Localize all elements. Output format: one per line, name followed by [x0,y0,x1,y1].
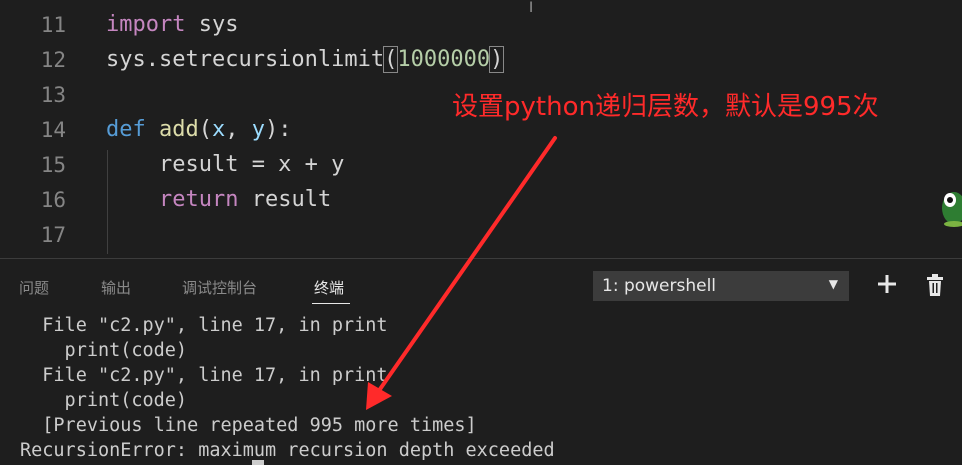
tab-debug-console[interactable]: 调试控制台 [182,277,257,298]
terminal-line: print(code) [20,340,188,361]
code-token: sys [185,12,239,37]
line-number: 16 [40,188,66,212]
code-token: return [158,187,239,212]
tab-terminal[interactable]: 终端 [314,277,344,298]
code-token: def [106,117,146,142]
terminal-line: File "c2.py", line 17, in print [20,365,388,386]
tab-problems[interactable]: 问题 [19,277,49,298]
code-line: 15 result = x + y [0,148,962,182]
code-token: ): [265,117,292,142]
terminal-line: [Previous line repeated 995 more times] [20,415,477,436]
code-text: import sys [106,8,238,42]
code-line: 17 [0,218,962,252]
terminal-line: print(code) [20,390,188,411]
terminal-select[interactable]: 1: powershell ▼ [593,271,849,301]
code-token: sys.setrecursionlimit [106,47,385,72]
code-token: import [106,12,186,37]
bottom-panel: 问题 输出 调试控制台 终端 1: powershell ▼ File "c2.… [0,258,962,465]
line-number: 14 [40,118,66,142]
code-line: 12 sys.setrecursionlimit(1000000) [0,43,962,77]
code-line: 16 return result [0,183,962,217]
plus-icon[interactable] [876,273,898,295]
code-token: result [238,187,332,212]
code-token: ) [489,46,505,73]
code-token: , [225,117,252,142]
line-number: 12 [40,48,66,72]
line-number: 11 [40,13,66,37]
code-text: result = x + y [106,148,344,182]
mascot-icon [942,192,962,227]
code-token: add [159,117,199,142]
line-number: 15 [40,153,66,177]
text-cursor-icon: I [529,0,534,16]
annotation-text: 设置python递归层数，默认是995次 [452,92,879,122]
code-text: sys.setrecursionlimit(1000000) [106,43,505,77]
indent-guide [107,150,108,254]
terminal-select-value: 1: powershell [602,276,717,296]
code-line: 11 import sys [0,8,962,42]
terminal-cursor [252,460,264,465]
code-text: def add(x, y): [106,113,292,147]
trash-icon[interactable] [924,273,946,297]
terminal-line: RecursionError: maximum recursion depth … [20,440,555,461]
terminal-line: File "c2.py", line 17, in print [20,315,388,336]
code-token: 1000000 [397,47,491,72]
chevron-down-icon: ▼ [828,277,838,291]
code-editor[interactable]: 11 import sys 12 sys.setrecursionlimit(1000… [0,0,962,256]
code-text: return result [106,183,331,217]
active-tab-indicator [312,303,350,304]
code-token: ( [383,46,399,73]
code-token: x [212,117,226,142]
line-number: 17 [40,223,66,247]
code-token: ( [198,117,212,142]
tab-output[interactable]: 输出 [101,277,131,298]
code-token: result = x + y [106,152,345,177]
line-number: 13 [40,83,66,107]
code-token: y [251,117,265,142]
